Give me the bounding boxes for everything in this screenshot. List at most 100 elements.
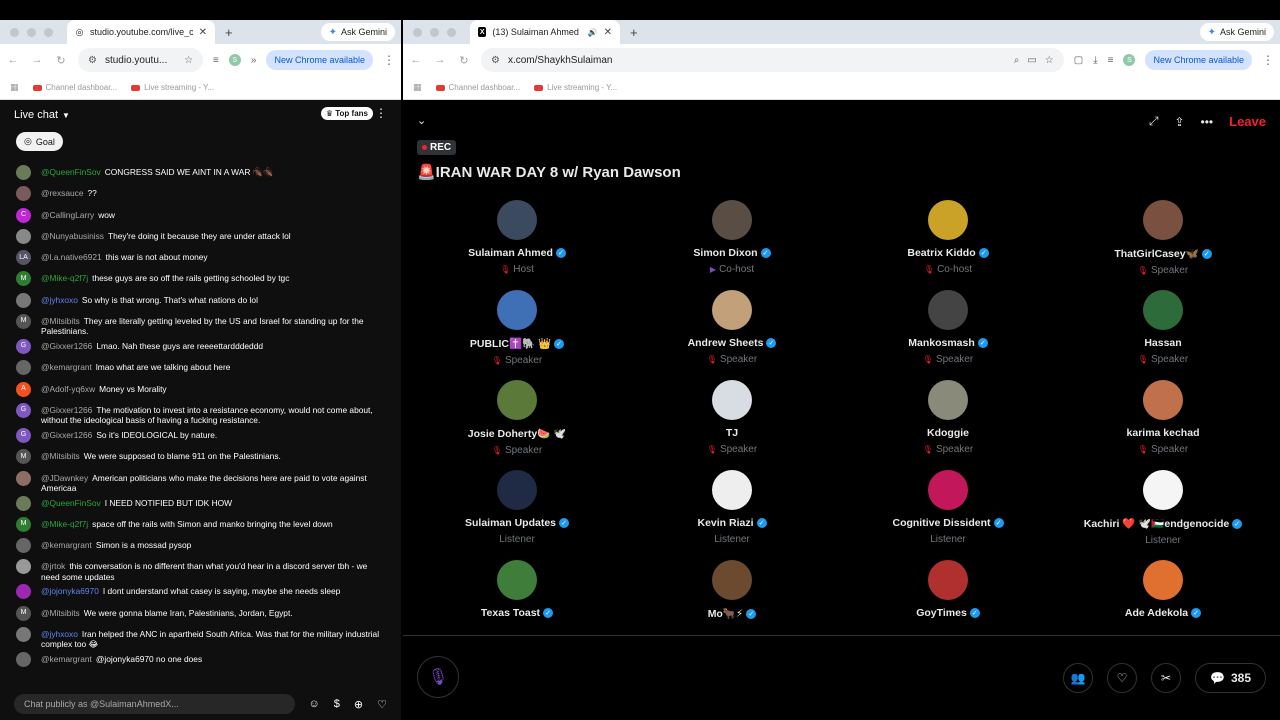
live-chat-title[interactable]: Live chat	[14, 109, 58, 121]
participant-avatar[interactable]	[497, 200, 537, 240]
avatar[interactable]	[16, 360, 31, 376]
chat-username[interactable]: @Mitsibits	[41, 608, 80, 618]
like-reaction-icon[interactable]: ♡	[1107, 663, 1138, 693]
chat-message[interactable]: M @Mike-q2f7j these guys are so off the ra…	[16, 271, 385, 292]
tab-x-profile[interactable]: X (13) Sulaiman Ahmed (@S 🔊 ✕	[470, 20, 620, 44]
forward-icon[interactable]: →	[30, 54, 44, 66]
bookmark-star-icon[interactable]: ☆	[184, 55, 193, 66]
heart-icon[interactable]: ♡	[377, 698, 387, 711]
chat-message[interactable]: M @Mike-q2f7j space off the rails with Sim…	[16, 516, 385, 538]
chat-message[interactable]: @kemargrant lmao what are we talking abou…	[16, 360, 385, 381]
chat-message[interactable]: @rexsauce??	[16, 186, 385, 207]
avatar[interactable]: M	[16, 516, 31, 532]
participant-avatar[interactable]	[1143, 200, 1183, 240]
chat-message[interactable]: G @Gixxer1266 Lmao. Nah these guys are ree…	[16, 339, 385, 360]
participant[interactable]: Cognitive Dissident ✓ Listener	[840, 470, 1056, 545]
avatar[interactable]: M	[16, 449, 31, 465]
participant-avatar[interactable]	[928, 200, 968, 240]
participant-avatar[interactable]	[497, 290, 537, 330]
back-icon[interactable]: ←	[6, 54, 20, 66]
avatar[interactable]: G	[16, 402, 31, 418]
bookmark-live-streaming[interactable]: Live streaming - Y...	[131, 83, 214, 92]
goal-chip[interactable]: ◎ Goal	[16, 132, 63, 151]
chat-username[interactable]: @Mike-q2f7j	[41, 273, 88, 283]
chat-username[interactable]: @kemargrant	[41, 362, 92, 372]
avatar[interactable]	[16, 584, 31, 600]
participant-avatar[interactable]	[712, 380, 752, 420]
avatar[interactable]	[16, 228, 31, 244]
chat-username[interactable]: @rexsauce	[41, 188, 83, 198]
share-icon[interactable]: ⇪	[1174, 115, 1184, 129]
clip-icon[interactable]: ✂	[1151, 663, 1182, 693]
participant[interactable]: PUBLIC✝️🐘 👑 ✓ 🎙 Speaker	[409, 290, 625, 366]
chat-username[interactable]: @l.a.native6921	[41, 252, 102, 262]
zoom-icon[interactable]: ⌕	[1014, 55, 1020, 66]
chat-input[interactable]: Chat publicly as @SulaimanAhmedX...	[14, 694, 295, 714]
chat-username[interactable]: @jyhxoxo	[41, 295, 78, 305]
avatar[interactable]: M	[16, 605, 31, 621]
avatar[interactable]	[16, 292, 31, 308]
tab-youtube-studio[interactable]: ◎ studio.youtube.com/live_cha ✕	[67, 20, 215, 44]
participant[interactable]: karima kechad 🎙 Speaker	[1055, 380, 1271, 455]
chat-username[interactable]: @Adolf-yq6xw	[41, 384, 95, 394]
chat-message[interactable]: G @Gixxer1266 The motivation to invest int…	[16, 402, 385, 428]
avatar[interactable]	[16, 627, 31, 643]
new-tab-button[interactable]: +	[225, 25, 233, 40]
participant[interactable]: Beatrix Kiddo ✓ 🎙 Co-host	[840, 200, 1056, 275]
browser-menu-icon[interactable]: ⋮	[1262, 53, 1274, 67]
chat-username[interactable]: @CallingLarry	[41, 210, 94, 220]
participant-avatar[interactable]	[928, 380, 968, 420]
downloads-icon[interactable]: ⤓	[1093, 55, 1097, 66]
chat-message[interactable]: G @Gixxer1266 So it's IDEOLOGICAL by natur…	[16, 427, 385, 449]
chat-message[interactable]: M @Mitsibits We were gonna blame Iran, Pal…	[16, 605, 385, 627]
more-tabs-icon[interactable]: »	[251, 55, 257, 66]
chat-menu-icon[interactable]: ⋮	[375, 106, 387, 120]
avatar[interactable]	[16, 470, 31, 486]
apps-grid-icon[interactable]: ▦	[10, 82, 19, 93]
audio-icon[interactable]: 🔊	[588, 28, 598, 37]
participant[interactable]: Sulaiman Ahmed ✓ 🎙 Host	[409, 200, 625, 275]
emoji-icon[interactable]: ☺	[309, 698, 320, 710]
reload-icon[interactable]: ↻	[54, 54, 68, 67]
avatar[interactable]	[16, 652, 31, 668]
participant-avatar[interactable]	[497, 560, 537, 600]
participant-avatar[interactable]	[1143, 290, 1183, 330]
chat-username[interactable]: @jojonyka6970	[41, 586, 99, 596]
close-tab-icon[interactable]: ✕	[604, 27, 612, 38]
chat-message[interactable]: @JDawnkey American politicians who make t…	[16, 470, 385, 496]
new-chrome-available-button[interactable]: New Chrome available	[266, 50, 373, 70]
bookmark-channel-dashboard[interactable]: Channel dashboar...	[435, 83, 520, 92]
more-options-icon[interactable]: •••	[1201, 115, 1214, 129]
address-bar[interactable]: ⚙ studio.youtu... ☆	[78, 48, 204, 72]
chevron-down-icon[interactable]: ▼	[62, 111, 70, 120]
participant-avatar[interactable]	[712, 200, 752, 240]
chat-message[interactable]: @kemargrant @jojonyka6970 no one does	[16, 652, 385, 673]
chat-username[interactable]: @QueenFinSov	[41, 498, 101, 508]
chat-message[interactable]: @QueenFinSov CONGRESS SAID WE AINT IN A W…	[16, 165, 385, 186]
participant[interactable]: Andrew Sheets ✓ 🎙 Speaker	[624, 290, 840, 365]
chat-username[interactable]: @jrtok	[41, 561, 65, 571]
participant[interactable]: Ade Adekola ✓	[1055, 560, 1271, 619]
chat-message[interactable]: LA @l.a.native6921 this war is not about m…	[16, 250, 385, 271]
site-info-icon[interactable]: ⚙	[88, 55, 97, 66]
extensions-icon[interactable]: ≡	[1108, 55, 1114, 66]
bookmark-star-icon[interactable]: ☆	[1045, 55, 1054, 66]
microphone-button[interactable]: 🎙	[417, 656, 459, 698]
participant[interactable]: Sulaiman Updates ✓ Listener	[409, 470, 625, 545]
chat-username[interactable]: @jyhxoxo	[41, 629, 78, 639]
participant[interactable]: Mankosmash ✓ 🎙 Speaker	[840, 290, 1056, 365]
cast-icon[interactable]: ▭	[1027, 55, 1036, 66]
participant-avatar[interactable]	[712, 560, 752, 600]
people-icon[interactable]: 👥	[1063, 663, 1094, 693]
minimize-space-icon[interactable]: ⤢	[1149, 114, 1159, 129]
participant-avatar[interactable]	[712, 290, 752, 330]
reload-icon[interactable]: ↻	[457, 54, 471, 67]
profile-avatar[interactable]: S	[1123, 54, 1136, 66]
participant-avatar[interactable]	[1143, 470, 1183, 510]
bookmark-live-streaming[interactable]: Live streaming - Y...	[534, 83, 617, 92]
new-tab-button[interactable]: +	[630, 25, 638, 40]
participant[interactable]: Kachiri ❤️ 🕊️🇵🇸endgenocide ✓ Listener	[1055, 470, 1271, 546]
chat-username[interactable]: @Mitsibits	[41, 316, 80, 326]
participant-avatar[interactable]	[712, 470, 752, 510]
avatar[interactable]	[16, 186, 31, 202]
